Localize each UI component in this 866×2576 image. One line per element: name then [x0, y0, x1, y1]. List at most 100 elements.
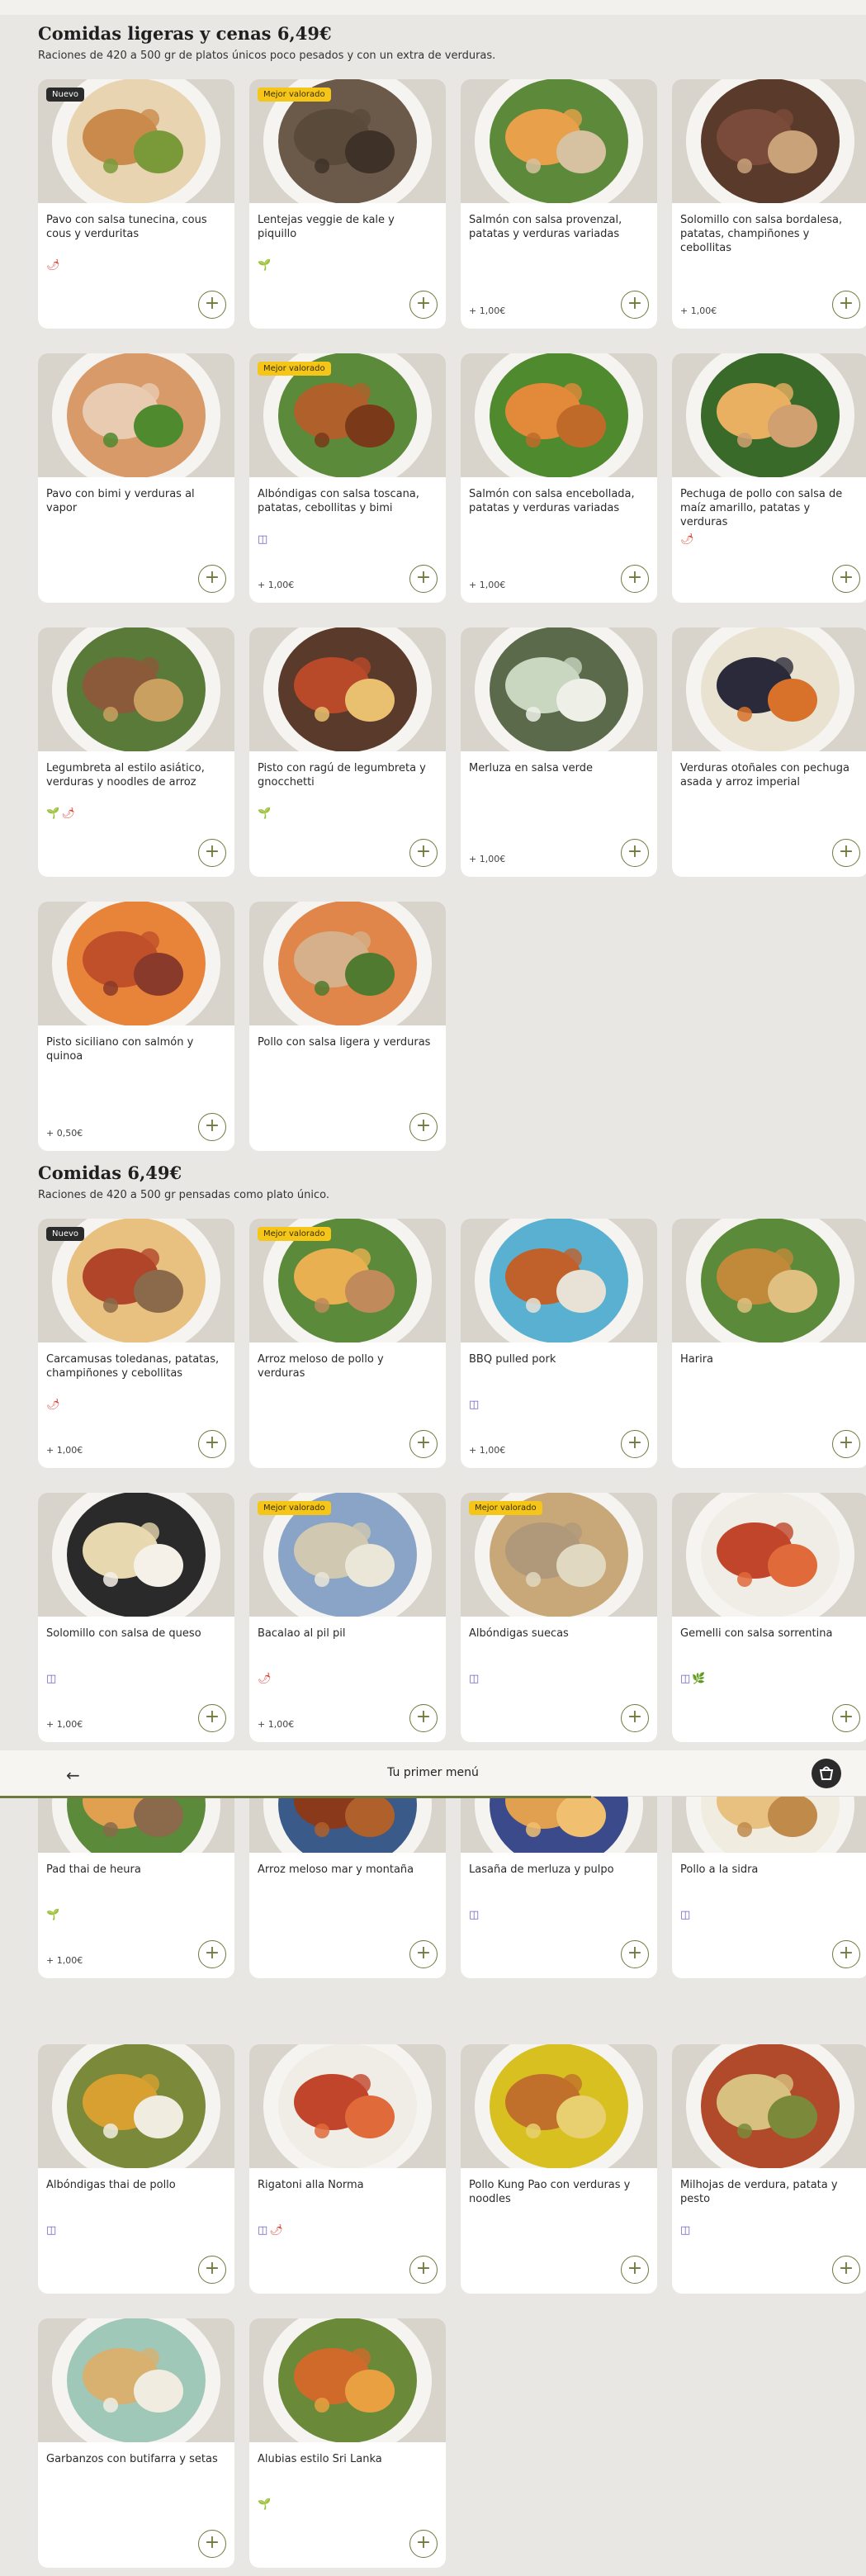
add-button[interactable]: +: [409, 1940, 438, 1968]
cart-button[interactable]: [812, 1759, 841, 1788]
add-button[interactable]: +: [621, 1704, 649, 1732]
dish-tags: 🌱: [258, 259, 271, 272]
add-button[interactable]: +: [198, 2256, 226, 2284]
dish-name: Pavo con salsa tunecina, cous cous y ver…: [46, 214, 207, 240]
dish-name: Gemelli con salsa sorrentina: [680, 1627, 833, 1640]
add-button[interactable]: +: [409, 2530, 438, 2558]
add-button[interactable]: +: [409, 839, 438, 867]
product-card[interactable]: Mejor valorado Albóndigas suecas ◫ +: [461, 1493, 657, 1742]
add-button[interactable]: +: [198, 1940, 226, 1968]
add-button[interactable]: +: [832, 839, 860, 867]
product-card[interactable]: Solomillo con salsa bordalesa, patatas, …: [672, 79, 866, 329]
product-card[interactable]: Mejor valorado Albóndigas con salsa tosca…: [249, 353, 446, 603]
dish-name: Albóndigas suecas: [469, 1627, 569, 1640]
add-button[interactable]: +: [409, 565, 438, 593]
sprout-icon: 🌱: [258, 807, 272, 820]
new-badge: Nuevo: [46, 1227, 85, 1241]
chili-icon: 🌶: [46, 259, 60, 272]
product-card[interactable]: Solomillo con salsa de queso ◫ + 1,00€ +: [38, 1493, 234, 1742]
dish-photo: [38, 1493, 234, 1617]
product-card[interactable]: Mejor valorado Arroz meloso de pollo y ve…: [249, 1219, 446, 1468]
add-button[interactable]: +: [621, 291, 649, 319]
add-button[interactable]: +: [409, 1430, 438, 1458]
jar-icon: ◫: [680, 1909, 691, 1921]
dish-name: Albóndigas con salsa toscana, patatas, c…: [258, 488, 419, 514]
dish-photo: [249, 627, 446, 751]
product-card[interactable]: Pechuga de pollo con salsa de maíz amari…: [672, 353, 866, 603]
add-button[interactable]: +: [409, 1113, 438, 1141]
add-button[interactable]: +: [832, 1940, 860, 1968]
add-button[interactable]: +: [621, 2256, 649, 2284]
leaf-icon: 🌿: [692, 1673, 706, 1685]
add-button[interactable]: +: [409, 1704, 438, 1732]
product-card[interactable]: Pollo con salsa ligera y verduras +: [249, 902, 446, 1151]
product-card[interactable]: Pavo con bimi y verduras al vapor +: [38, 353, 234, 603]
chili-icon: 🌶: [269, 2224, 283, 2237]
product-card[interactable]: Pisto siciliano con salmón y quinoa + 0,5…: [38, 902, 234, 1151]
add-button[interactable]: +: [409, 291, 438, 319]
product-card[interactable]: Verduras otoñales con pechuga asada y ar…: [672, 627, 866, 877]
add-button[interactable]: +: [198, 565, 226, 593]
product-card[interactable]: Merluza en salsa verde + 1,00€ +: [461, 627, 657, 877]
product-card[interactable]: Nuevo Pavo con salsa tunecina, cous cous …: [38, 79, 234, 329]
product-card[interactable]: Rigatoni alla Norma ◫ 🌶 +: [249, 2044, 446, 2294]
jar-icon: ◫: [469, 1399, 480, 1411]
add-button[interactable]: +: [409, 2256, 438, 2284]
dish-name: Solomillo con salsa bordalesa, patatas, …: [680, 214, 843, 254]
add-button[interactable]: +: [198, 2530, 226, 2558]
extra-price: + 0,50€: [46, 1128, 83, 1139]
chili-icon: 🌶: [46, 1399, 60, 1411]
add-button[interactable]: +: [198, 1704, 226, 1732]
extra-price: + 1,00€: [258, 1719, 295, 1730]
product-card[interactable]: Pollo Kung Pao con verduras y noodles +: [461, 2044, 657, 2294]
product-card[interactable]: Legumbreta al estilo asiático, verduras …: [38, 627, 234, 877]
dish-tags: ◫: [46, 1673, 56, 1685]
add-button[interactable]: +: [198, 839, 226, 867]
product-card[interactable]: Milhojas de verdura, patata y pesto ◫ +: [672, 2044, 866, 2294]
product-card[interactable]: Nuevo Carcamusas toledanas, patatas, cham…: [38, 1219, 234, 1468]
add-button[interactable]: +: [832, 1704, 860, 1732]
dish-photo: [249, 2318, 446, 2442]
dish-name: Pollo con salsa ligera y verduras: [258, 1036, 431, 1049]
dish-name: Albóndigas thai de pollo: [46, 2179, 176, 2191]
extra-price: + 1,00€: [46, 1955, 83, 1966]
product-card[interactable]: Salmón con salsa provenzal, patatas y ve…: [461, 79, 657, 329]
add-button[interactable]: +: [621, 565, 649, 593]
dish-photo: Mejor valorado: [249, 1219, 446, 1342]
dish-photo: [461, 353, 657, 477]
add-button[interactable]: +: [621, 1940, 649, 1968]
add-button[interactable]: +: [621, 839, 649, 867]
add-button[interactable]: +: [832, 291, 860, 319]
top-rated-badge: Mejor valorado: [258, 88, 331, 102]
add-button[interactable]: +: [832, 565, 860, 593]
product-card[interactable]: Pisto con ragú de legumbreta y gnocchett…: [249, 627, 446, 877]
product-card[interactable]: Albóndigas thai de pollo ◫ +: [38, 2044, 234, 2294]
add-button[interactable]: +: [832, 2256, 860, 2284]
dish-name: Pisto con ragú de legumbreta y gnocchett…: [258, 762, 426, 788]
product-card[interactable]: Mejor valorado Bacalao al pil pil 🌶 + 1,00€…: [249, 1493, 446, 1742]
extra-price: + 1,00€: [469, 580, 506, 590]
dish-name: Pad thai de heura: [46, 1863, 141, 1876]
add-button[interactable]: +: [621, 1430, 649, 1458]
add-button[interactable]: +: [198, 1113, 226, 1141]
product-card[interactable]: Harira +: [672, 1219, 866, 1468]
product-card[interactable]: Alubias estilo Sri Lanka 🌱 +: [249, 2318, 446, 2568]
dish-photo: [38, 627, 234, 751]
product-card[interactable]: Garbanzos con butifarra y setas +: [38, 2318, 234, 2568]
top-rated-badge: Mejor valorado: [258, 362, 331, 376]
chili-icon: 🌶: [61, 807, 75, 820]
add-button[interactable]: +: [198, 1430, 226, 1458]
dish-tags: 🌶: [46, 259, 60, 272]
product-card[interactable]: Salmón con salsa encebollada, patatas y …: [461, 353, 657, 603]
product-card[interactable]: Gemelli con salsa sorrentina ◫ 🌿 +: [672, 1493, 866, 1742]
dish-photo: [672, 1493, 866, 1617]
product-card[interactable]: BBQ pulled pork ◫ + 1,00€ +: [461, 1219, 657, 1468]
product-card[interactable]: Mejor valorado Lentejas veggie de kale y …: [249, 79, 446, 329]
jar-icon: ◫: [46, 1673, 57, 1685]
add-button[interactable]: +: [832, 1430, 860, 1458]
dish-photo: [461, 79, 657, 203]
add-button[interactable]: +: [198, 291, 226, 319]
dish-photo: Mejor valorado: [461, 1493, 657, 1617]
dish-name: Pisto siciliano con salmón y quinoa: [46, 1036, 194, 1063]
dish-name: Pollo Kung Pao con verduras y noodles: [469, 2179, 631, 2205]
